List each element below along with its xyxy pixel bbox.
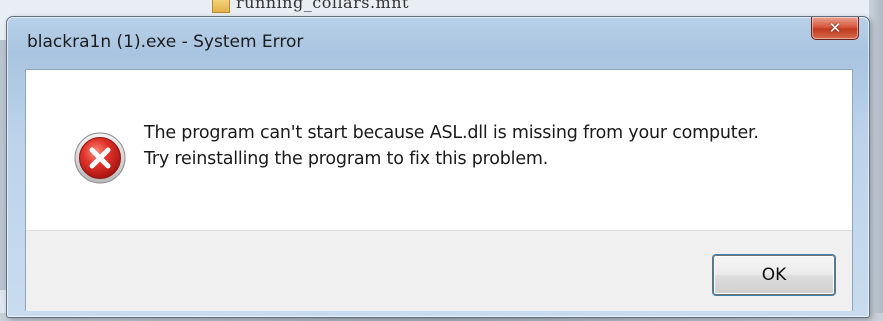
folder-icon [212,0,230,13]
close-button[interactable]: ✕ [811,17,859,40]
ok-button[interactable]: OK [713,255,835,295]
background-window-edge-right [869,0,883,321]
title-bar[interactable]: blackra1n (1).exe - System Error ✕ [7,17,869,61]
system-error-dialog: blackra1n (1).exe - System Error ✕ The p… [6,16,870,318]
close-icon: ✕ [828,18,842,37]
background-file-name: running_collars.mnt [236,0,409,12]
error-icon [74,132,126,184]
error-message: The program can't start because ASL.dll … [144,120,844,172]
error-message-line-2: Try reinstalling the program to fix this… [144,149,549,169]
message-area: The program can't start because ASL.dll … [26,70,852,230]
error-message-line-1: The program can't start because ASL.dll … [144,123,759,143]
dialog-title: blackra1n (1).exe - System Error [27,32,304,52]
dialog-client-area: The program can't start because ASL.dll … [25,69,853,311]
background-file-item: running_collars.mnt [212,0,409,14]
button-area: OK [26,230,852,311]
